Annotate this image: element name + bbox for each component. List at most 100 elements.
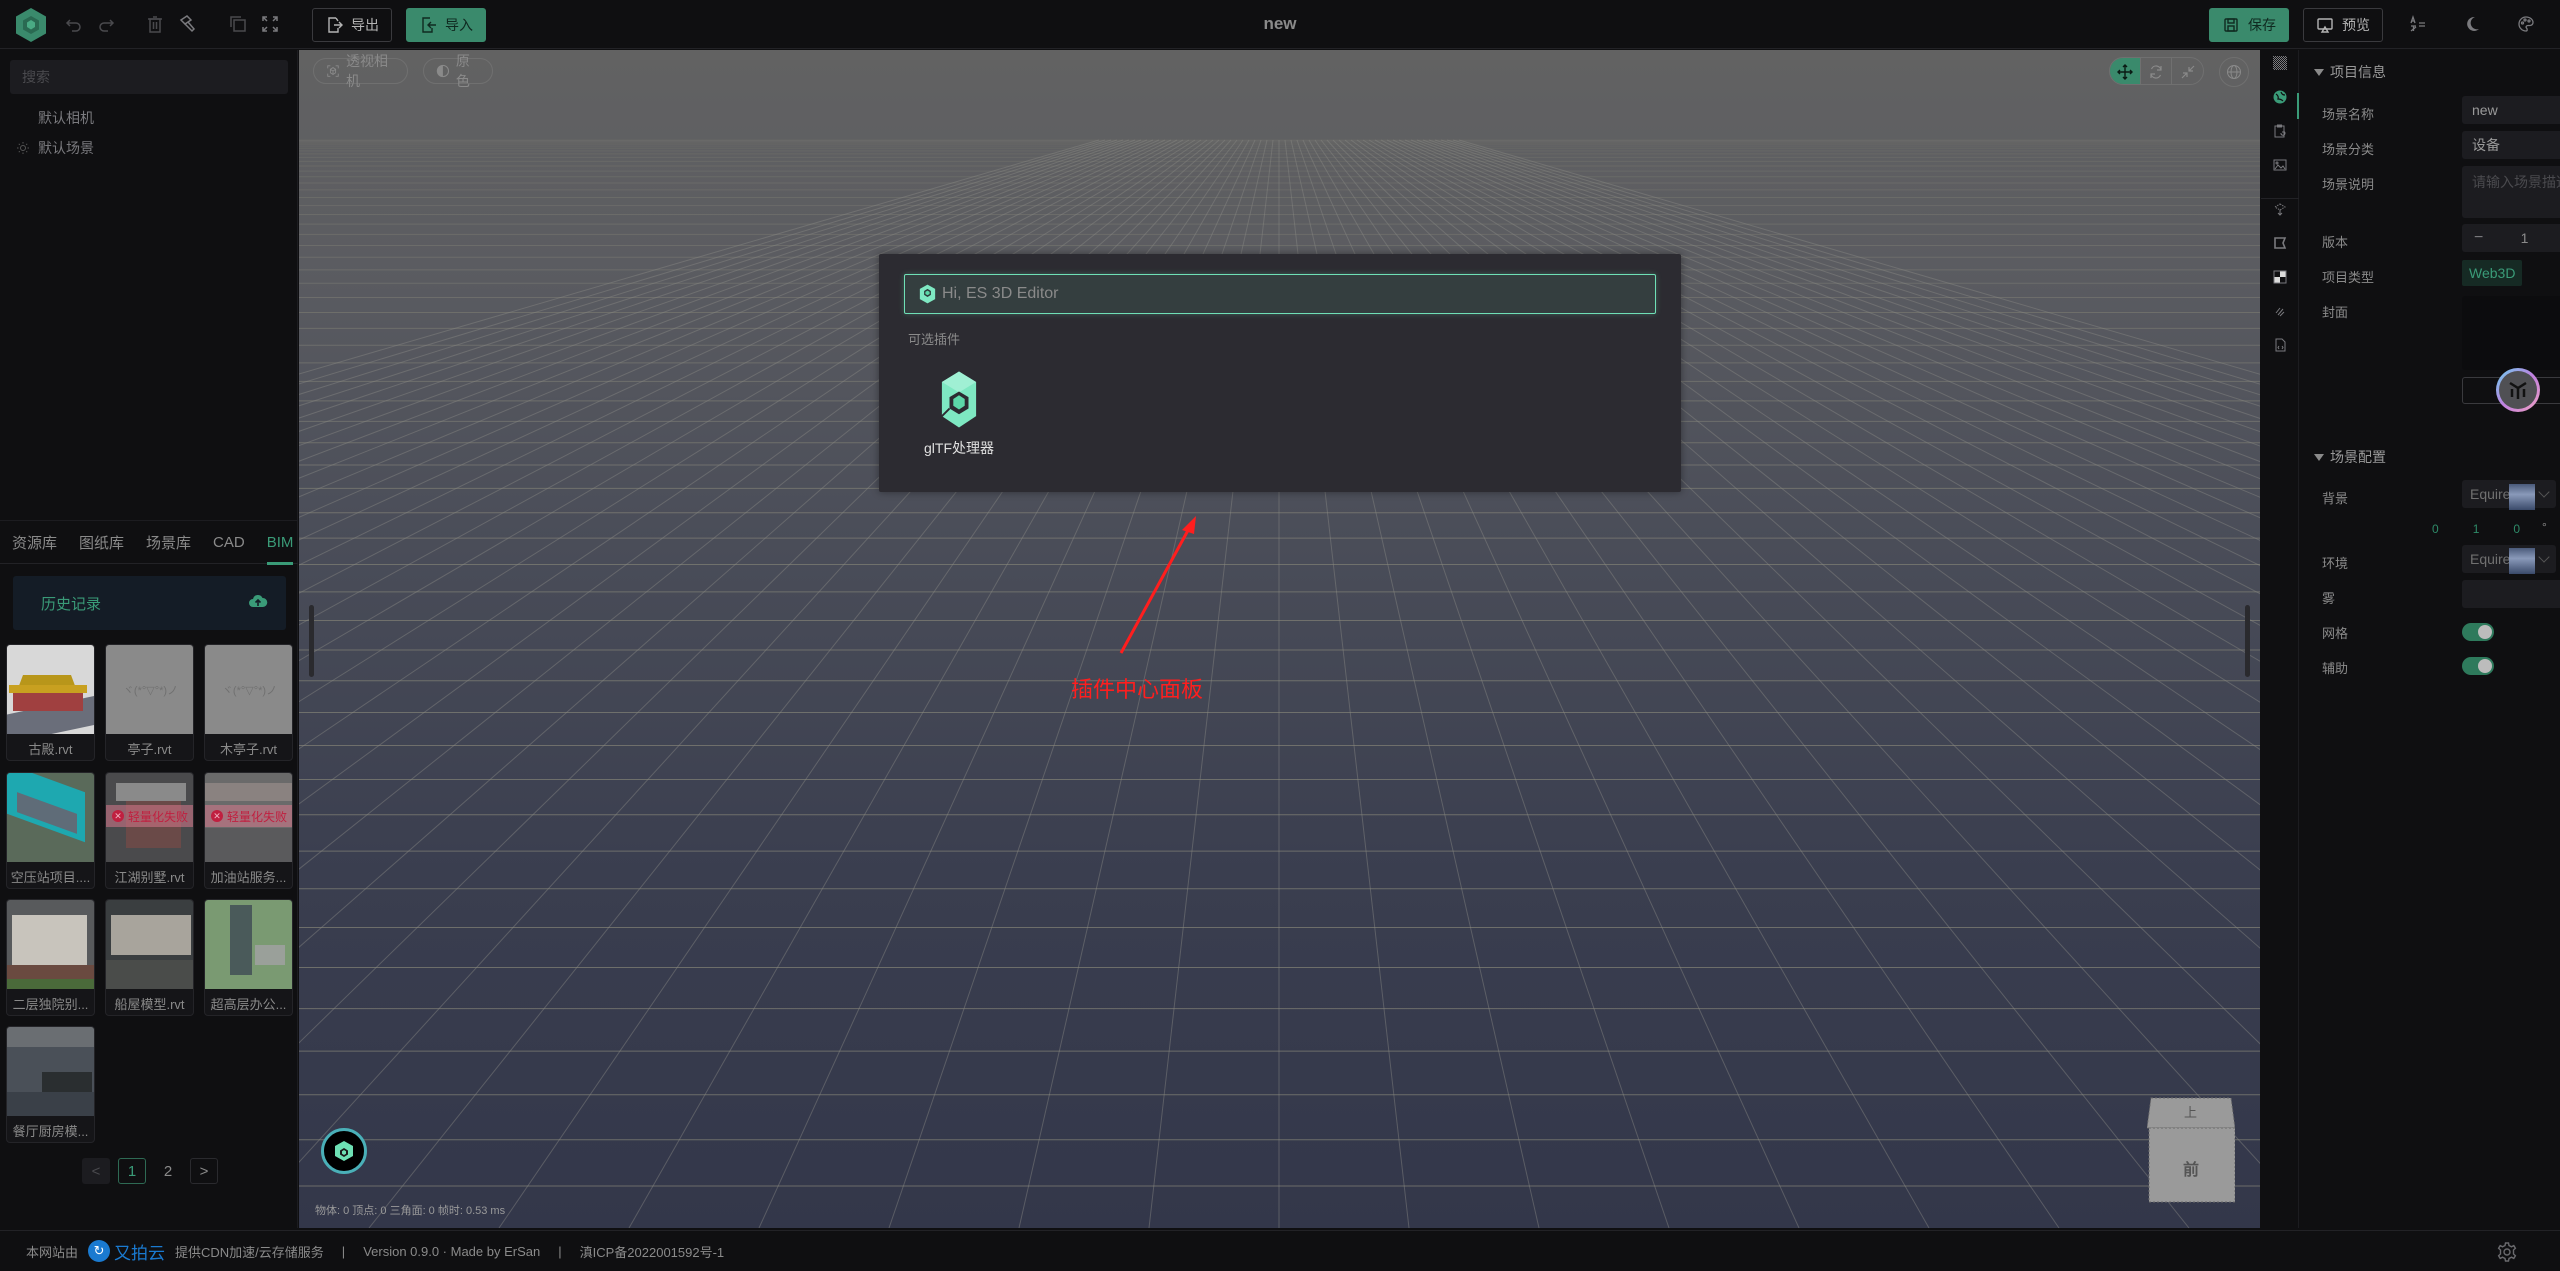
preview-button[interactable]: 预览	[2303, 8, 2383, 42]
left-panel-resize-handle[interactable]	[309, 605, 314, 677]
asset-card[interactable]: 空压站项目....	[6, 772, 95, 889]
asset-card[interactable]: ヾ(*°▽°*)ノ 木亭子.rvt	[204, 644, 293, 761]
image-icon[interactable]	[2269, 154, 2291, 176]
export-button[interactable]: 导出	[312, 8, 392, 42]
rotation-x[interactable]: 0	[2432, 522, 2439, 536]
plugin-gltf-processor[interactable]: glTF处理器	[919, 370, 999, 458]
settings-gear-icon[interactable]	[2496, 1241, 2518, 1263]
cloud-upload-icon[interactable]	[248, 593, 268, 613]
save-button[interactable]: 保存	[2209, 8, 2289, 42]
fullscreen-icon[interactable]	[258, 12, 282, 36]
rotation-y[interactable]: 1	[2473, 522, 2480, 536]
delete-icon[interactable]	[143, 12, 167, 36]
move-tool-icon[interactable]	[2110, 58, 2141, 84]
next-page-button[interactable]: >	[190, 1158, 218, 1184]
version-decrement-button[interactable]: −	[2474, 229, 2483, 247]
asset-name: 木亭子.rvt	[219, 741, 278, 757]
camera-mode-toggle[interactable]: 透视相机	[313, 53, 408, 89]
version-stepper[interactable]: − 1 +	[2462, 224, 2560, 252]
asset-card[interactable]: 餐厅厨房模...	[6, 1026, 95, 1143]
app-logo-icon[interactable]	[14, 7, 48, 43]
tree-item-default-scene[interactable]: 默认场景	[0, 134, 298, 162]
asset-card[interactable]: 古殿.rvt	[6, 644, 95, 761]
view-cube-front-label[interactable]: 前	[2183, 1156, 2199, 1180]
asset-card[interactable]: ヾ(*°▽°*)ノ 亭子.rvt	[105, 644, 194, 761]
asset-card[interactable]: 二层独院别...	[6, 899, 95, 1016]
theme-palette-icon[interactable]	[2514, 12, 2538, 36]
material-pattern-icon[interactable]	[2269, 52, 2291, 74]
render-stats: 物体: 0 顶点: 0 三角面: 0 帧时: 0.53 ms	[315, 1205, 506, 1217]
tab-cad[interactable]: CAD	[213, 520, 245, 564]
import-button[interactable]: 导入	[406, 8, 486, 42]
material-icon[interactable]	[2269, 232, 2291, 254]
es3d-floating-logo-button[interactable]	[321, 1128, 367, 1174]
clipboard-history-icon[interactable]	[2269, 120, 2291, 142]
upyun-link[interactable]: ↻ 又拍云	[88, 1239, 165, 1264]
3d-viewport[interactable]: 透视相机 原色 插件中心面板 可选插件	[299, 50, 2260, 1228]
contrast-icon	[436, 64, 450, 78]
tab-bim[interactable]: BIM	[266, 520, 293, 565]
asset-card[interactable]: ✕ 轻量化失败 加油站服务...	[204, 772, 293, 889]
plugin-search-field[interactable]	[904, 274, 1656, 314]
assistant-avatar[interactable]	[2496, 368, 2540, 412]
tab-scene-library[interactable]: 场景库	[146, 520, 191, 564]
grid-toggle[interactable]	[2462, 623, 2494, 641]
history-button[interactable]: 历史记录	[13, 576, 286, 630]
copy-icon[interactable]	[226, 12, 250, 36]
animation-icon[interactable]	[2269, 300, 2291, 322]
redo-icon[interactable]	[94, 12, 118, 36]
tab-drawing-library[interactable]: 图纸库	[79, 520, 124, 564]
asset-card[interactable]: 船屋模型.rvt	[105, 899, 194, 1016]
active-tab-indicator	[2297, 93, 2299, 119]
environment-label: 环境	[2322, 556, 2349, 571]
tree-item-default-camera[interactable]: 默认相机	[0, 104, 298, 132]
gltf-plugin-icon	[941, 371, 977, 428]
asset-card[interactable]: ✕ 轻量化失败 江湖别墅.rvt	[105, 772, 194, 889]
chevron-down-icon	[2538, 551, 2550, 563]
rotation-z[interactable]: 0	[2513, 522, 2520, 536]
icp-link[interactable]: 滇ICP备2022001592号-1	[580, 1242, 725, 1261]
page-2-button[interactable]: 2	[154, 1158, 182, 1184]
ground-grid	[299, 139, 2260, 1228]
helper-toggle[interactable]	[2462, 657, 2494, 675]
undo-icon[interactable]	[62, 12, 86, 36]
background-rotation-values[interactable]: 0 1 0	[2432, 522, 2520, 536]
texture-checker-icon[interactable]	[2269, 266, 2291, 288]
error-icon: ✕	[211, 810, 223, 822]
dark-mode-moon-icon[interactable]	[2460, 12, 2484, 36]
scene-config-section-header[interactable]: 场景配置	[2314, 447, 2386, 467]
page-1-button[interactable]: 1	[118, 1158, 146, 1184]
project-globe-icon[interactable]	[2269, 86, 2291, 108]
script-file-icon[interactable]	[2269, 334, 2291, 356]
scene-description-textarea[interactable]	[2472, 172, 2560, 212]
view-cube[interactable]: 上 前	[2146, 1096, 2236, 1204]
scene-name-input[interactable]	[2472, 102, 2560, 118]
scene-description-field[interactable]	[2462, 166, 2560, 218]
background-texture-thumbnail[interactable]	[2509, 484, 2535, 510]
environment-texture-thumbnail[interactable]	[2509, 548, 2535, 574]
world-space-globe-icon[interactable]	[2219, 57, 2249, 87]
prev-page-button[interactable]: <	[82, 1158, 110, 1184]
language-icon[interactable]	[2406, 12, 2430, 36]
scale-tool-icon[interactable]	[2172, 58, 2203, 84]
color-mode-toggle[interactable]: 原色	[423, 53, 493, 89]
scene-tree-search-input[interactable]	[10, 60, 288, 94]
scene-category-select[interactable]: 设备	[2462, 131, 2560, 159]
fog-select[interactable]	[2462, 580, 2560, 608]
rotate-tool-icon[interactable]	[2141, 58, 2172, 84]
scene-name-field[interactable]	[2462, 96, 2560, 124]
clear-brush-icon[interactable]	[175, 12, 199, 36]
assistant-robot-icon	[2509, 381, 2527, 399]
right-panel-resize-handle[interactable]	[2245, 605, 2250, 677]
helper-label: 辅助	[2322, 661, 2349, 676]
asset-name: 船屋模型.rvt	[114, 996, 185, 1012]
provider-description: 提供CDN加速/云存储服务	[175, 1244, 324, 1260]
view-cube-top-label[interactable]: 上	[2184, 1102, 2197, 1121]
asset-card[interactable]: 超高层办公...	[204, 899, 293, 1016]
geometry-icon[interactable]	[2269, 198, 2291, 220]
version-label: 版本	[2322, 235, 2349, 250]
left-panel: 默认相机 默认场景 资源库 图纸库 场景库 CAD BIM 历史记录 古殿.rv…	[0, 50, 298, 1228]
plugin-search-input[interactable]	[942, 285, 1655, 303]
project-info-section-header[interactable]: 项目信息	[2314, 62, 2386, 82]
tab-resource-library[interactable]: 资源库	[12, 520, 57, 564]
